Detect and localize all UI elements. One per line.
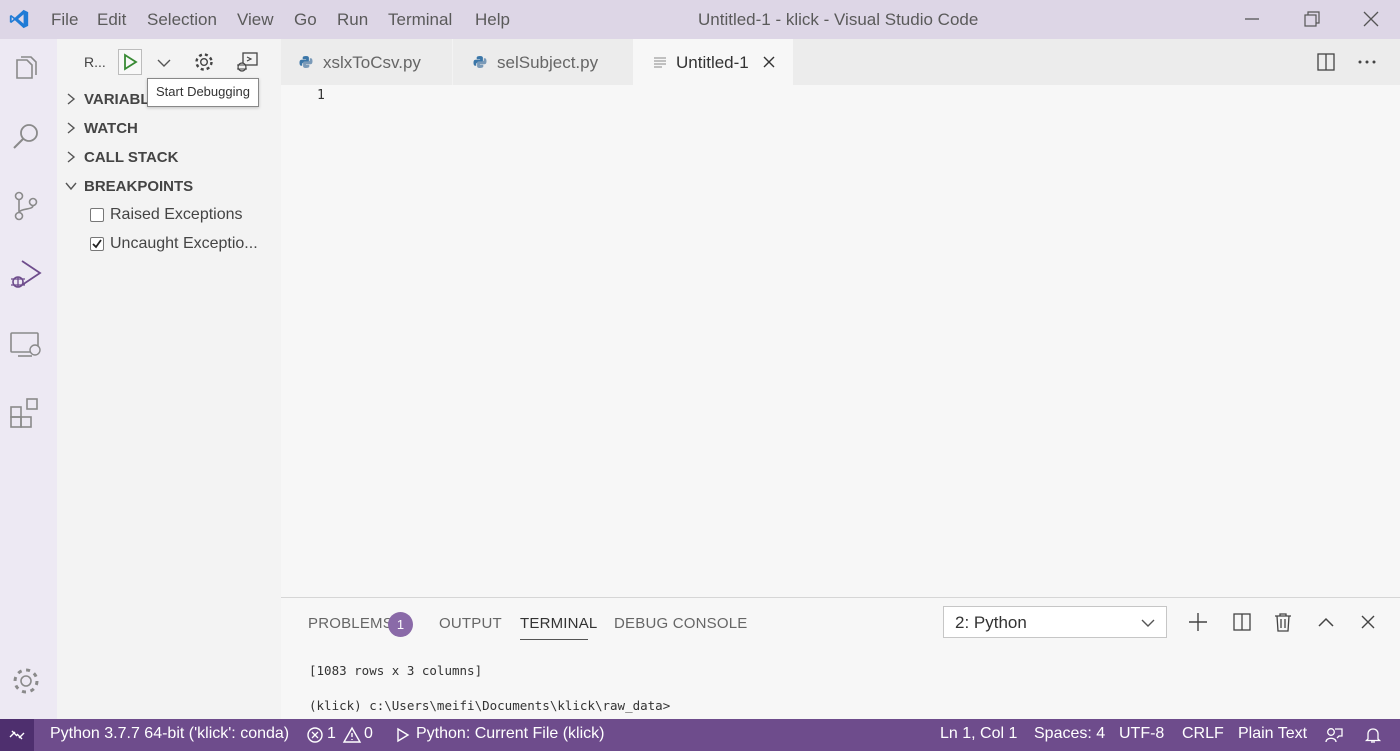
source-control-icon[interactable] [8,188,44,224]
tab-label: xslxToCsv.py [323,53,421,72]
terminal-line: [1083 rows x 3 columns] [309,663,483,678]
terminal-select-value: 2: Python [955,613,1027,632]
editor-area[interactable]: 1 [281,85,1400,597]
bottom-panel: PROBLEMS 1 OUTPUT TERMINAL DEBUG CONSOLE… [281,597,1400,719]
panel-tab-output[interactable]: OUTPUT [439,615,502,632]
start-debugging-button[interactable] [118,49,142,75]
run-config-dropdown[interactable] [148,49,180,75]
split-terminal-icon[interactable] [1231,611,1253,633]
chevron-right-icon [67,122,76,134]
notifications-bell-icon[interactable] [1364,726,1382,744]
title-bar: File Edit Selection View Go Run Terminal… [0,0,1400,39]
active-tab-underline [520,639,588,640]
language-mode[interactable]: Plain Text [1238,725,1307,743]
error-count: 1 [327,725,336,742]
breakpoints-section-header[interactable]: BREAKPOINTS [57,172,281,201]
line-number: 1 [317,88,325,103]
minimize-icon[interactable] [1240,8,1264,30]
explorer-icon[interactable] [8,52,44,88]
run-config-label[interactable]: R... [84,54,106,70]
chevron-down-icon [157,59,171,67]
call-stack-section-header[interactable]: CALL STACK [57,143,281,172]
breakpoint-label: Raised Exceptions [110,206,243,223]
menu-run[interactable]: Run [337,10,368,30]
open-launch-json-gear-icon[interactable] [192,50,216,74]
chevron-down-icon [65,182,77,191]
launch-configuration[interactable]: Python: Current File (klick) [416,725,605,743]
kill-terminal-trash-icon[interactable] [1272,611,1294,633]
restore-icon[interactable] [1300,8,1324,30]
remote-explorer-icon[interactable] [8,327,44,363]
run-debug-icon[interactable] [8,257,44,293]
indentation[interactable]: Spaces: 4 [1034,725,1105,743]
section-label: CALL STACK [84,149,179,166]
vscode-logo-icon [8,8,30,30]
tab-untitled-1[interactable]: Untitled-1 [633,39,793,85]
tab-selsubject[interactable]: selSubject.py [453,39,631,85]
section-label: BREAKPOINTS [84,178,194,195]
feedback-icon[interactable] [1324,726,1344,744]
menu-file[interactable]: File [51,10,78,30]
panel-tab-debug-console[interactable]: DEBUG CONSOLE [614,615,747,632]
menu-help[interactable]: Help [475,10,510,30]
cursor-position[interactable]: Ln 1, Col 1 [940,725,1017,743]
window-title: Untitled-1 - klick - Visual Studio Code [698,10,979,29]
tab-xslxtocsv[interactable]: xslxToCsv.py [281,39,453,85]
close-window-icon[interactable] [1359,8,1383,30]
new-terminal-plus-icon[interactable] [1187,611,1209,633]
breakpoint-label: Uncaught Exceptio... [110,235,258,252]
remote-icon [9,730,25,740]
status-bar: Python 3.7.7 64-bit ('klick': conda) 1 0… [0,719,1400,751]
python-icon [299,56,313,68]
chevron-right-icon [67,151,76,163]
remote-indicator[interactable] [0,719,34,751]
breakpoint-item: Uncaught Exceptio... [57,230,281,259]
error-icon [307,727,323,743]
problems-count-badge: 1 [388,612,413,637]
panel-tab-terminal[interactable]: TERMINAL [520,615,597,632]
panel-tab-problems[interactable]: PROBLEMS [308,615,393,632]
chevron-down-icon [1141,619,1155,627]
end-of-line[interactable]: CRLF [1182,725,1224,743]
terminal-prompt-line: (klick) c:\Users\meifi\Documents\klick\r… [309,698,671,713]
chevron-right-icon [67,93,76,105]
split-editor-icon[interactable] [1315,51,1337,73]
breakpoint-item: Raised Exceptions [57,201,281,230]
menu-view[interactable]: View [237,10,274,30]
editor-tab-bar: xslxToCsv.py selSubject.py Untitled-1 [281,39,1400,85]
watch-section-header[interactable]: WATCH [57,114,281,143]
start-debugging-tooltip: Start Debugging [147,78,259,107]
search-icon[interactable] [8,119,44,155]
play-icon [124,53,138,71]
activity-bar [0,39,57,719]
warning-icon [342,726,362,743]
debug-sidebar: R... VARIABLES WATCH CALL STACK BREAKPOI… [57,39,281,719]
menu-edit[interactable]: Edit [97,10,126,30]
python-icon [473,56,487,68]
python-interpreter[interactable]: Python 3.7.7 64-bit ('klick': conda) [50,725,289,743]
close-panel-icon[interactable] [1357,611,1379,633]
uncaught-exceptions-checkbox[interactable] [90,237,104,251]
warning-count: 0 [364,725,373,742]
settings-gear-icon[interactable] [8,663,44,699]
terminal-select[interactable]: 2: Python [943,606,1167,638]
tab-label: Untitled-1 [676,53,749,72]
run-launch-icon [397,727,410,743]
maximize-panel-chevron-up-icon[interactable] [1315,611,1337,633]
raised-exceptions-checkbox[interactable] [90,208,104,222]
extensions-icon[interactable] [8,395,44,431]
close-tab-icon[interactable] [761,54,777,70]
menu-selection[interactable]: Selection [147,10,217,30]
menu-go[interactable]: Go [294,10,317,30]
encoding[interactable]: UTF-8 [1119,725,1164,743]
menu-terminal[interactable]: Terminal [388,10,452,30]
more-actions-icon[interactable] [1356,51,1378,73]
debug-console-icon[interactable] [234,50,260,74]
checkmark-icon [92,239,102,249]
file-lines-icon [654,57,666,68]
section-label: WATCH [84,120,138,137]
tab-label: selSubject.py [497,53,599,72]
